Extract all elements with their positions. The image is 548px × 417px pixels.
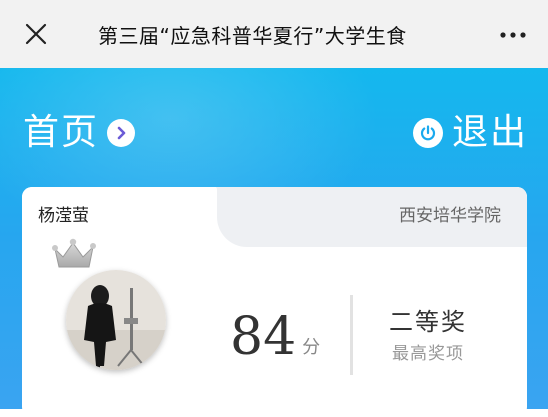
- close-button[interactable]: [22, 20, 50, 48]
- page-title: 第三届“应急科普华夏行”大学生食: [98, 24, 407, 48]
- home-label: 首页: [23, 112, 100, 153]
- score-unit: 分: [302, 337, 321, 358]
- chevron-right-icon: [107, 119, 136, 147]
- logout-link[interactable]: 退出: [413, 111, 528, 155]
- crown-icon: [52, 238, 96, 268]
- avatar[interactable]: [66, 270, 166, 370]
- award-caption: 最高奖项: [392, 344, 464, 364]
- score-value: 84: [230, 307, 297, 367]
- user-name: 杨滢萤: [38, 206, 89, 226]
- title-bar: 第三届“应急科普华夏行”大学生食: [0, 0, 548, 68]
- logout-label: 退出: [452, 112, 529, 153]
- more-button[interactable]: [496, 24, 530, 46]
- home-link[interactable]: 首页: [23, 111, 136, 155]
- close-icon: [25, 23, 47, 45]
- score-card: 杨滢萤 西安培华学院 84 分 二等奖 最高奖项: [22, 187, 527, 417]
- school-name: 西安培华学院: [399, 206, 501, 226]
- power-icon: [413, 118, 443, 148]
- award-level: 二等奖: [389, 308, 467, 336]
- score-display: 84 分: [230, 307, 320, 367]
- more-dots-icon: [500, 32, 526, 38]
- divider: [350, 295, 353, 375]
